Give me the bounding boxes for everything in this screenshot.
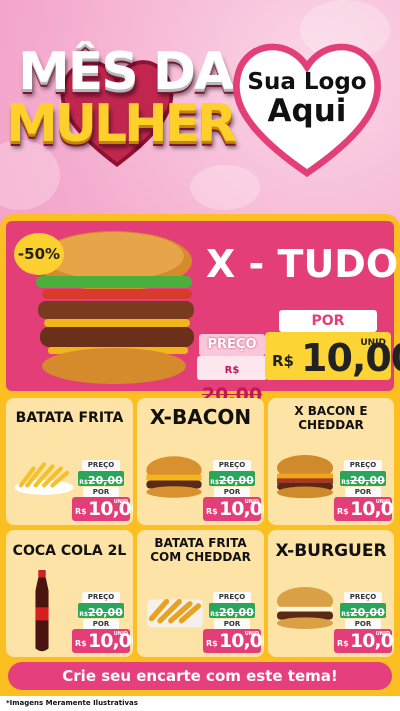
price-label: PREÇO [344, 592, 382, 603]
currency: R$ [210, 479, 219, 486]
unit-label: UNID [375, 499, 390, 505]
old-price: R$20,00 [209, 471, 255, 487]
product-name: X BACON E CHEDDAR [294, 404, 368, 432]
product-card: X-BACON PREÇO R$20,00 POR R$10,00UNID [137, 398, 264, 525]
old-price: R$20,00 [340, 471, 386, 487]
new-price: R$10,00UNID [72, 629, 133, 653]
featured-por-label: POR [279, 310, 377, 332]
logo-placeholder: Sua Logo Aqui [224, 70, 390, 128]
product-card: X-BURGUER PREÇO R$20,00 POR R$10,00UNID [268, 530, 394, 657]
price-label: PREÇO [82, 460, 120, 471]
currency: R$ [79, 479, 88, 486]
new-price: R$10,00UNID [334, 629, 394, 653]
logo-line2: Aqui [267, 92, 347, 129]
cheddar-fries-icon [147, 598, 203, 628]
product-name: COCA COLA 2L [12, 543, 127, 559]
currency: R$ [75, 639, 87, 648]
price-label: PREÇO [213, 460, 251, 471]
currency: R$ [75, 507, 87, 516]
old-price-value: 20,00 [219, 474, 254, 487]
product-card: X BACON E CHEDDAR PREÇO R$20,00 POR R$ 10… [268, 398, 394, 525]
currency: R$ [206, 639, 218, 648]
old-price-value: 20,00 [219, 606, 254, 619]
new-price: R$10,00UNID [203, 629, 264, 653]
product-name: X-BURGUER [275, 541, 387, 561]
discount-badge: -50% [14, 233, 64, 275]
unit-label: UNID [113, 499, 128, 505]
currency: R$ [341, 479, 350, 486]
currency: R$ [337, 507, 349, 516]
product-name: BATATA FRITA COM CHEDDAR [150, 536, 251, 564]
featured-old-price: R$ 20,00 [197, 356, 267, 406]
new-price: R$10,00UNID [203, 497, 264, 521]
unit-label: UNID [244, 631, 259, 637]
unit-label: UNID [244, 499, 259, 505]
unit-label: UNID [113, 631, 128, 637]
old-price-value: 20,00 [88, 474, 123, 487]
old-price: R$20,00 [78, 603, 124, 619]
old-price-value: 20,00 [88, 606, 123, 619]
featured-price-label: PREÇO [199, 334, 265, 356]
currency: R$ [210, 611, 219, 618]
featured-title: X - TUDO [206, 242, 399, 286]
price-label: PREÇO [213, 592, 251, 603]
price-label: PREÇO [344, 460, 382, 471]
old-price-value: 20,00 [350, 606, 385, 619]
disclaimer: *Imagens Meramente Ilustrativas [0, 696, 400, 711]
product-name: BATATA FRITA [15, 410, 124, 426]
price-label: PREÇO [82, 592, 120, 603]
old-price: R$20,00 [209, 603, 255, 619]
soda-bottle-icon [35, 570, 49, 652]
currency: R$ [224, 365, 240, 376]
currency: R$ [79, 611, 88, 618]
currency: R$ [206, 507, 218, 516]
featured-new-price: R$ 10,00 UNID [265, 332, 400, 380]
headline-line2: MULHER [6, 94, 237, 154]
unit-label: UNID [360, 338, 386, 348]
currency: R$ [341, 611, 350, 618]
old-price-value: 20,00 [350, 474, 385, 487]
cheeseburger-icon [146, 456, 202, 498]
logo-line1: Sua Logo [247, 69, 367, 95]
bacon-cheddar-burger-icon [277, 455, 333, 499]
cta-banner[interactable]: Crie seu encarte com este tema! [8, 662, 392, 690]
product-card: BATATA FRITA PREÇO R$20,00 POR R$10,00UN… [6, 398, 133, 525]
product-card: BATATA FRITA COM CHEDDAR PREÇO R$20,00 P… [137, 530, 264, 657]
old-price: R$20,00 [78, 471, 124, 487]
new-price: R$10,00UNID [72, 497, 133, 521]
product-name: X-BACON [149, 405, 252, 429]
old-price: R$20,00 [340, 603, 386, 619]
currency: R$ [272, 352, 294, 370]
currency: R$ [337, 639, 349, 648]
new-price: R$10,00UNID [334, 497, 394, 521]
unit-label: UNID [375, 631, 390, 637]
headline-line1: MÊS DA [18, 42, 234, 102]
product-card: COCA COLA 2L PREÇO R$20,00 POR R$10,00UN… [6, 530, 133, 657]
burger-icon [277, 587, 333, 629]
fries-icon [14, 462, 74, 495]
